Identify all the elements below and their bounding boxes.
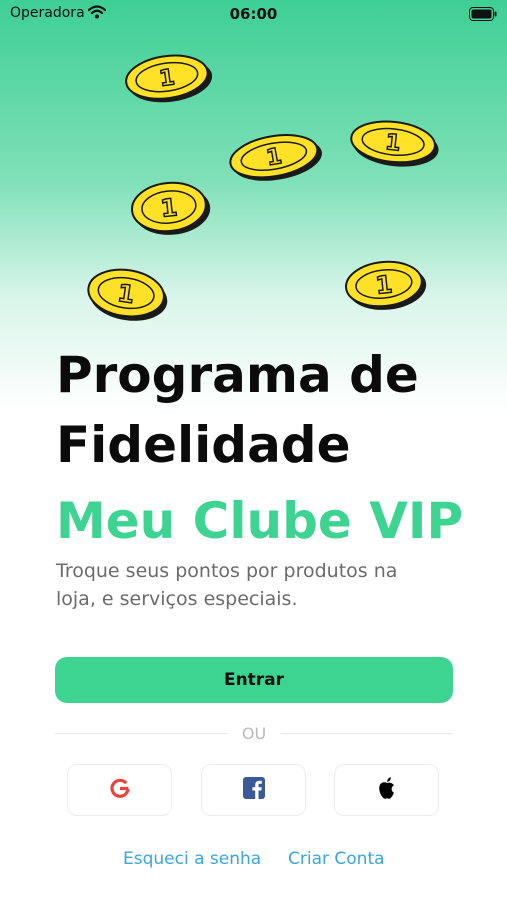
create-account-link[interactable]: Criar Conta: [288, 849, 385, 869]
facebook-icon: [242, 777, 265, 803]
or-divider: OU: [55, 722, 453, 746]
forgot-password-link[interactable]: Esqueci a senha: [123, 849, 261, 869]
divider-label: OU: [241, 724, 267, 743]
svg-text:1: 1: [374, 270, 394, 300]
status-time: 06:00: [229, 5, 278, 23]
battery-icon: [469, 6, 497, 25]
apple-icon: [376, 776, 398, 804]
google-login-button[interactable]: [67, 764, 172, 816]
status-bar: Operadora 06:00: [0, 0, 507, 28]
coin-illustration: 1: [125, 54, 213, 103]
login-button[interactable]: Entrar: [55, 657, 453, 703]
coin-illustration: 1: [229, 134, 322, 181]
coin-illustration: 1: [87, 268, 168, 321]
coin-illustration: 1: [345, 260, 427, 310]
svg-text:1: 1: [384, 130, 402, 156]
brand-title: Meu Clube VIP: [56, 492, 464, 550]
facebook-login-button[interactable]: [201, 764, 306, 816]
coin-illustration: 1: [350, 120, 439, 167]
apple-login-button[interactable]: [334, 764, 439, 816]
description-text: Troque seus pontos por produtos na loja,…: [56, 560, 398, 610]
coin-illustration: 1: [131, 181, 211, 235]
page-title: Programa de Fidelidade: [56, 346, 419, 474]
svg-text:1: 1: [159, 193, 179, 223]
google-icon: [109, 777, 131, 803]
